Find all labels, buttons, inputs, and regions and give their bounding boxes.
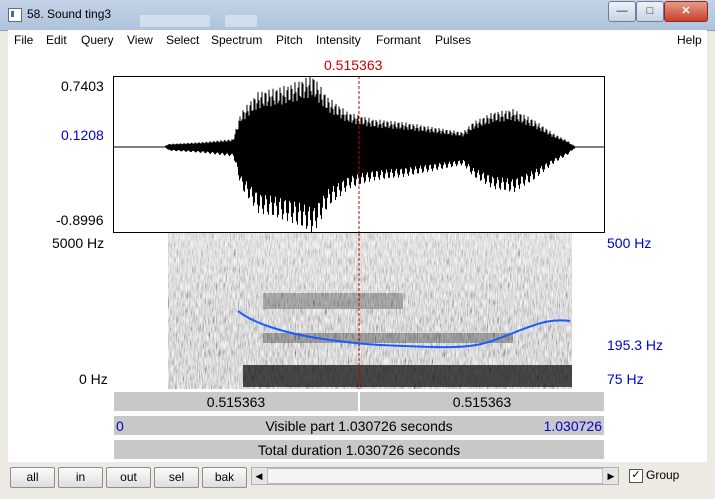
visible-end-label: 1.030726	[543, 418, 602, 434]
left-segment-label: 0.515363	[206, 394, 266, 410]
right-segment-label: 0.515363	[452, 394, 512, 410]
app-icon	[8, 8, 22, 22]
group-checkbox[interactable]: ✓	[629, 469, 643, 483]
menu-select[interactable]: Select	[166, 33, 199, 47]
title-bar-artifact	[225, 15, 257, 27]
zoom-all-button[interactable]: all	[10, 467, 55, 488]
pitch-top-label: 500 Hz	[607, 235, 652, 251]
maximize-button[interactable]: □	[636, 1, 664, 22]
minimize-button[interactable]: —	[608, 1, 636, 22]
spectrogram-top-freq: 5000 Hz	[52, 235, 105, 251]
waveform-panel[interactable]	[113, 76, 605, 233]
zoom-in-button[interactable]: in	[58, 467, 103, 488]
waveform-max-label: 0.7403	[61, 78, 104, 94]
total-duration-label: Total duration 1.030726 seconds	[257, 442, 461, 458]
left-segment-bar[interactable]: 0.515363	[113, 391, 359, 412]
menu-intensity[interactable]: Intensity	[316, 33, 361, 47]
close-button[interactable]: ✕	[664, 1, 708, 22]
menu-file[interactable]: File	[14, 33, 33, 47]
pitch-bottom-label: 75 Hz	[607, 371, 644, 387]
menu-bar: File Edit Query View Select Spectrum Pit…	[8, 30, 707, 50]
cursor-time-label: 0.515363	[324, 57, 383, 73]
visible-start-label: 0	[116, 418, 124, 434]
right-segment-bar[interactable]: 0.515363	[359, 391, 605, 412]
spectrogram-panel[interactable]	[113, 233, 605, 389]
waveform-cursor-label: 0.1208	[61, 127, 104, 143]
title-bar[interactable]: 58. Sound ting3 — □ ✕	[0, 0, 715, 31]
menu-formant[interactable]: Formant	[376, 33, 421, 47]
waveform-min-label: -0.8996	[56, 212, 104, 228]
horizontal-scrollbar[interactable]: ◀ ▶	[251, 467, 619, 485]
total-duration-bar[interactable]: Total duration 1.030726 seconds	[113, 439, 605, 460]
menu-query[interactable]: Query	[81, 33, 114, 47]
title-bar-artifact	[140, 15, 210, 27]
visible-part-label: Visible part 1.030726 seconds	[265, 418, 453, 434]
scroll-thumb[interactable]	[267, 468, 603, 484]
visible-part-bar[interactable]: 0 Visible part 1.030726 seconds 1.030726	[113, 415, 605, 436]
scroll-left-icon[interactable]: ◀	[252, 468, 266, 484]
menu-edit[interactable]: Edit	[46, 33, 67, 47]
menu-pitch[interactable]: Pitch	[276, 33, 303, 47]
menu-spectrum[interactable]: Spectrum	[211, 33, 262, 47]
window-title: 58. Sound ting3	[27, 7, 112, 21]
menu-help[interactable]: Help	[677, 33, 702, 47]
spectrogram-bottom-freq: 0 Hz	[79, 371, 108, 387]
zoom-back-button[interactable]: bak	[202, 467, 247, 488]
group-label: Group	[646, 468, 680, 482]
menu-pulses[interactable]: Pulses	[435, 33, 471, 47]
pitch-value-label: 195.3 Hz	[607, 337, 664, 353]
spectrogram-image	[168, 233, 572, 389]
zoom-sel-button[interactable]: sel	[154, 467, 199, 488]
zoom-out-button[interactable]: out	[106, 467, 151, 488]
scroll-right-icon[interactable]: ▶	[604, 468, 618, 484]
menu-view[interactable]: View	[127, 33, 153, 47]
